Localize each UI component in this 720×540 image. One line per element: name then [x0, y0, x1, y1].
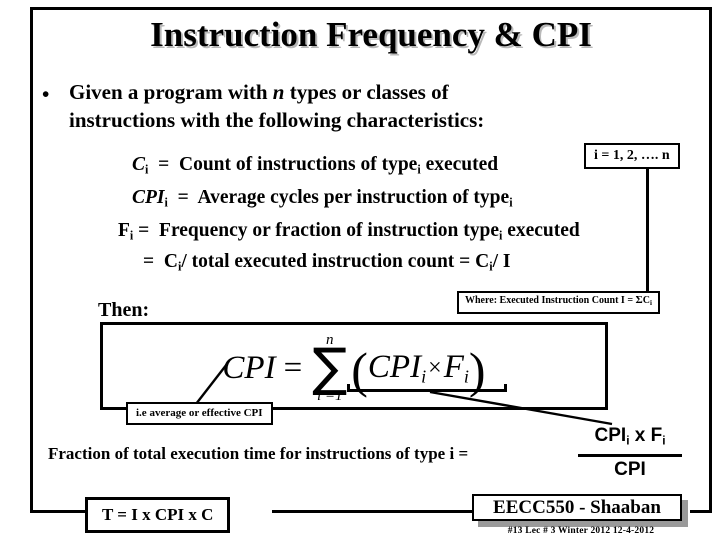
slide-border-bottom-right — [690, 510, 712, 513]
cpi-formula: CPI = n ∑ i =1 ( CPIi × Fi ) — [100, 332, 608, 404]
fraction-numerator-sub2: i — [662, 434, 666, 448]
footer-course-box: EECC550 - Shaaban — [472, 494, 682, 521]
summation-sigma-glyph: ∑ — [312, 337, 348, 398]
sigma-icon: Σ — [635, 294, 643, 306]
definition-frequency-alt: = Ci/ total executed instruction count =… — [143, 250, 511, 278]
then-label: Then: — [98, 299, 150, 321]
fraction-cpii-fi-over-cpi: CPIi x Fi CPI — [578, 425, 682, 481]
definition-cpi: CPIi = Average cycles per instruction of… — [132, 186, 513, 214]
definition-cpi-symbol: CPI — [132, 187, 165, 208]
slide-title: Instruction Frequency & CPI — [150, 15, 592, 54]
formula-lhs: CPI — [222, 349, 276, 386]
slide-border-bottom-left — [30, 510, 85, 513]
formula-term-f-i: Fi — [444, 349, 469, 387]
definition-count-text: Count of instructions of type — [179, 154, 418, 175]
slide-border-bottom-mid — [272, 510, 472, 513]
callout-where-term: C — [642, 295, 650, 306]
fraction-denominator: CPI — [614, 458, 646, 480]
slide-border-left — [30, 7, 33, 512]
time-equation-box: T = I x CPI x C — [85, 497, 231, 533]
formula-underbrace — [347, 384, 507, 392]
formula-term1: CPI — [367, 348, 422, 385]
formula-term2: F — [443, 348, 464, 385]
definition-frequency-alt-pre: C — [163, 251, 178, 272]
callout-ie-average-cpi: i.e average or effective CPI — [126, 402, 273, 425]
definition-frequency-text-post: executed — [502, 220, 580, 241]
bullet-line-2: instructions with the following characte… — [69, 108, 485, 132]
fraction-numerator: CPIi x Fi — [578, 425, 682, 457]
multiply-icon: × — [428, 354, 442, 381]
fraction-numerator-post: x F — [629, 425, 663, 446]
formula-equals: = — [283, 349, 303, 386]
summation-icon: n ∑ i =1 — [312, 332, 348, 404]
callout-where-term-sub: i — [649, 298, 652, 307]
definition-frequency-symbol: F — [118, 220, 130, 241]
fraction-of-execution-time-label: Fraction of total execution time for ins… — [48, 444, 469, 463]
bullet-line-1: Given a program with n types or classes … — [69, 78, 642, 106]
callout-where-executed-instruction-count: Where: Executed Instruction Count I = ΣC… — [457, 291, 660, 314]
definition-count-symbol: C — [132, 154, 146, 175]
definition-frequency: Fi = Frequency or fraction of instructio… — [118, 219, 580, 247]
definition-cpi-text-sub: i — [509, 195, 513, 210]
definition-count-equals: = — [158, 154, 170, 175]
definition-frequency-alt-equals: = — [143, 251, 155, 272]
definition-cpi-symbol-sub: i — [164, 195, 168, 210]
formula-term-cpi-i: CPIi — [368, 349, 426, 387]
callout-i-range: i = 1, 2, …. n — [584, 143, 680, 169]
bullet-item: • Given a program with n types or classe… — [42, 78, 642, 134]
definition-count: Ci = Count of instructions of typei exec… — [132, 153, 498, 181]
slide-border-right — [709, 7, 712, 512]
definition-frequency-alt-post2: / I — [492, 251, 511, 272]
definition-frequency-alt-post: / total executed instruction count = C — [181, 251, 490, 272]
definition-frequency-equals: = — [138, 220, 150, 241]
bullet-line-1-pre: Given a program with — [69, 80, 273, 104]
callout-i-range-leader-line — [646, 169, 649, 299]
definition-count-text-post: executed — [420, 154, 499, 175]
definition-frequency-symbol-sub: i — [129, 228, 134, 243]
footer-meta: #13 Lec # 3 Winter 2012 12-4-2012 — [507, 526, 655, 536]
callout-where-prefix: Where: Executed Instruction Count I = — [465, 295, 634, 306]
fraction-numerator-pre: CPI — [594, 425, 627, 446]
definition-cpi-equals: = — [177, 187, 189, 208]
summation-lower-limit: i =1 — [316, 387, 343, 404]
definition-frequency-text: Frequency or fraction of instruction typ… — [159, 220, 499, 241]
bullet-line-1-post: types or classes of — [284, 80, 449, 104]
bullet-line-1-italic: n — [272, 80, 285, 104]
slide-border-top — [30, 7, 712, 10]
definition-cpi-text: Average cycles per instruction of type — [197, 187, 510, 208]
definition-count-symbol-sub: i — [145, 162, 149, 177]
bullet-dot-icon: • — [42, 82, 50, 106]
